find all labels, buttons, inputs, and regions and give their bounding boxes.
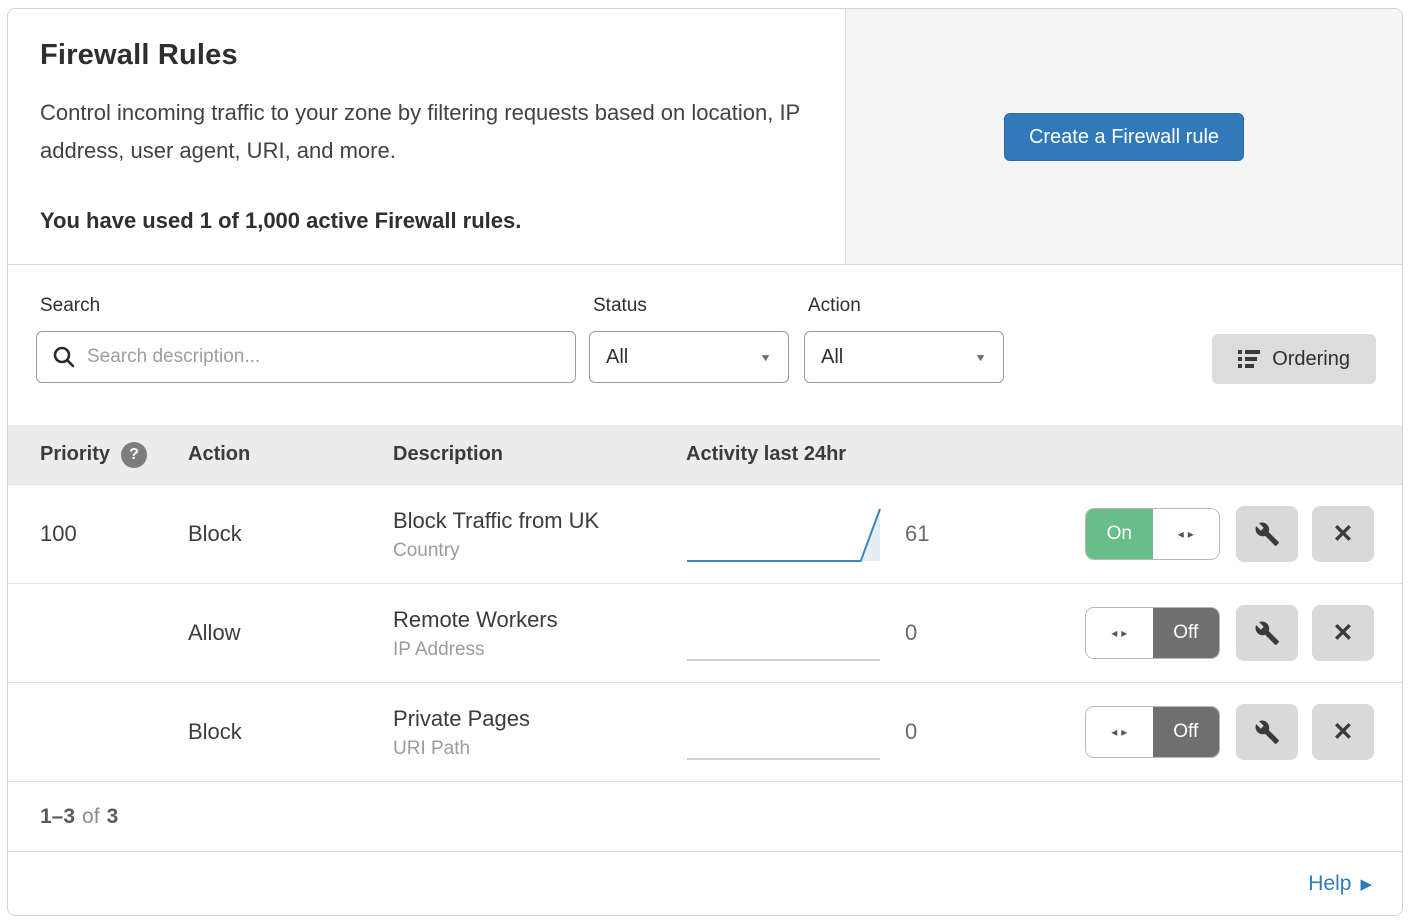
rule-type: Country (393, 540, 676, 562)
activity-count: 61 (905, 521, 929, 546)
status-filter-group: Status All ▼ (589, 295, 789, 383)
table-row: 100 Block Block Traffic from UK Country … (8, 485, 1402, 584)
rule-action: Allow (188, 620, 393, 646)
action-select[interactable]: All ▼ (804, 331, 1004, 383)
chevron-down-icon: ▼ (759, 351, 772, 363)
toggle-drag-handle-icon: ◂▸ (1153, 509, 1220, 559)
activity-sparkline (686, 505, 881, 563)
close-icon: ✕ (1333, 717, 1354, 747)
page-title: Firewall Rules (40, 39, 813, 72)
rule-action: Block (188, 521, 393, 547)
status-select[interactable]: All ▼ (589, 331, 789, 383)
rule-type: URI Path (393, 738, 676, 760)
help-bar: Help ▶ (8, 852, 1402, 915)
pagination-total: 3 (107, 805, 119, 829)
priority-help-icon[interactable]: ? (121, 442, 147, 468)
rule-priority: 100 (8, 521, 188, 547)
activity-count: 0 (905, 719, 917, 744)
column-header-action: Action (188, 443, 393, 466)
toggle-drag-handle-icon: ◂▸ (1086, 608, 1153, 658)
header-action-panel: Create a Firewall rule (845, 9, 1402, 264)
action-filter-group: Action All ▼ (804, 295, 1004, 383)
create-firewall-rule-button[interactable]: Create a Firewall rule (1004, 113, 1244, 161)
delete-rule-button[interactable]: ✕ (1312, 506, 1374, 562)
arrow-right-icon: ▶ (1360, 875, 1372, 893)
rule-enabled-toggle[interactable]: On ◂▸ (1085, 508, 1220, 560)
edit-rule-button[interactable] (1236, 506, 1298, 562)
header-text-block: Firewall Rules Control incoming traffic … (8, 9, 845, 264)
ordering-button[interactable]: Ordering (1212, 334, 1376, 384)
wrench-icon (1254, 620, 1280, 646)
action-label: Action (808, 295, 1004, 317)
action-selected-value: All (821, 346, 843, 369)
help-link-label: Help (1308, 872, 1351, 896)
delete-rule-button[interactable]: ✕ (1312, 605, 1374, 661)
close-icon: ✕ (1333, 618, 1354, 648)
header-section: Firewall Rules Control incoming traffic … (8, 9, 1402, 265)
firewall-rules-panel: Firewall Rules Control incoming traffic … (7, 8, 1403, 916)
close-icon: ✕ (1333, 519, 1354, 549)
wrench-icon (1254, 521, 1280, 547)
search-icon (52, 345, 76, 369)
edit-rule-button[interactable] (1236, 605, 1298, 661)
activity-sparkline (686, 604, 881, 662)
rule-description: Remote Workers (393, 605, 676, 635)
search-label: Search (40, 295, 576, 317)
table-row: Block Private Pages URI Path 0 Off ◂▸ ✕ (8, 683, 1402, 782)
chevron-down-icon: ▼ (974, 351, 987, 363)
status-label: Status (593, 295, 789, 317)
rule-description: Private Pages (393, 704, 676, 734)
column-header-priority: Priority (40, 443, 110, 466)
filter-bar: Search Status All ▼ Action All ▼ (8, 265, 1402, 425)
search-filter-group: Search (36, 295, 576, 383)
search-box (36, 331, 576, 383)
rule-action: Block (188, 719, 393, 745)
activity-sparkline (686, 703, 881, 761)
activity-count: 0 (905, 620, 917, 645)
toggle-drag-handle-icon: ◂▸ (1086, 707, 1153, 757)
search-input[interactable] (36, 331, 576, 383)
wrench-icon (1254, 719, 1280, 745)
rule-enabled-toggle[interactable]: Off ◂▸ (1085, 706, 1220, 758)
table-row: Allow Remote Workers IP Address 0 Off ◂▸… (8, 584, 1402, 683)
usage-note: You have used 1 of 1,000 active Firewall… (40, 208, 813, 234)
ordering-button-label: Ordering (1272, 348, 1350, 371)
pagination-bar: 1–3 of 3 (8, 782, 1402, 852)
pagination-of-label: of (82, 805, 100, 829)
rule-type: IP Address (393, 639, 676, 661)
ordering-list-icon (1238, 350, 1260, 368)
page-description: Control incoming traffic to your zone by… (40, 94, 812, 170)
table-header-row: Priority ? Action Description Activity l… (8, 425, 1402, 485)
toggle-state-label: Off (1153, 707, 1220, 757)
column-header-activity: Activity last 24hr (676, 443, 881, 466)
column-header-description: Description (393, 443, 676, 466)
edit-rule-button[interactable] (1236, 704, 1298, 760)
toggle-state-label: On (1086, 509, 1153, 559)
help-link[interactable]: Help ▶ (1308, 872, 1372, 896)
delete-rule-button[interactable]: ✕ (1312, 704, 1374, 760)
toggle-state-label: Off (1153, 608, 1220, 658)
rule-enabled-toggle[interactable]: Off ◂▸ (1085, 607, 1220, 659)
pagination-range: 1–3 (40, 805, 75, 829)
rule-description: Block Traffic from UK (393, 506, 676, 536)
status-selected-value: All (606, 346, 628, 369)
